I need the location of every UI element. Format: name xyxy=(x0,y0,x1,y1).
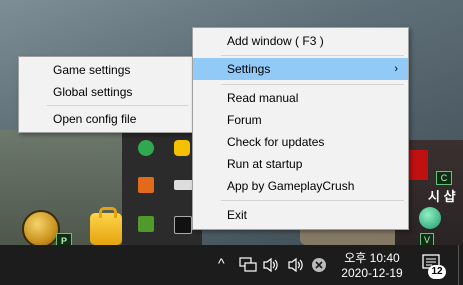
menu-item-settings[interactable]: Settings › xyxy=(193,58,408,80)
app-icon[interactable] xyxy=(419,207,441,229)
menu-item-global-settings[interactable]: Global settings xyxy=(19,81,192,103)
menu-item-label: Global settings xyxy=(53,85,133,99)
menu-item-game-settings[interactable]: Game settings xyxy=(19,59,192,81)
app-badge: C xyxy=(436,171,452,185)
menu-item-label: Check for updates xyxy=(227,135,325,149)
menu-item-label: Open config file xyxy=(53,112,137,126)
menu-item-run-at-startup[interactable]: Run at startup xyxy=(193,153,408,175)
menu-item-label: Run at startup xyxy=(227,157,303,171)
notification-count-badge: 12 xyxy=(428,265,446,279)
menu-item-add-window[interactable]: Add window ( F3 ) xyxy=(193,30,408,52)
volume-icon[interactable] xyxy=(262,257,280,273)
menu-separator xyxy=(47,105,188,106)
settings-submenu: Game settings Global settings Open confi… xyxy=(18,56,193,133)
show-desktop-button[interactable] xyxy=(458,245,463,285)
shopping-bag-icon[interactable] xyxy=(90,207,122,245)
taskbar: ^ 오후 10:40 2020-12-19 12 xyxy=(0,245,463,285)
menu-item-label: Read manual xyxy=(227,91,299,105)
coin-app-icon[interactable] xyxy=(22,210,60,248)
chat-icon[interactable] xyxy=(174,140,190,156)
menu-separator xyxy=(221,200,404,201)
volume-icon[interactable] xyxy=(287,257,305,273)
menu-item-exit[interactable]: Exit xyxy=(193,204,408,226)
menu-separator xyxy=(221,55,404,56)
clock-date[interactable]: 2020-12-19 xyxy=(333,266,411,280)
menu-item-app-by-gameplaycrush[interactable]: App by GameplayCrush xyxy=(193,175,408,197)
tray-overflow-panel xyxy=(122,128,202,245)
menu-item-label: Exit xyxy=(227,208,248,222)
menu-item-read-manual[interactable]: Read manual xyxy=(193,87,408,109)
menu-separator xyxy=(221,84,404,85)
network-icon[interactable] xyxy=(239,257,257,273)
shortcut-label: 시 샵 xyxy=(428,189,456,204)
close-circle-icon[interactable] xyxy=(311,257,327,273)
menu-item-label: Forum xyxy=(227,113,262,127)
app-icon[interactable] xyxy=(138,177,154,193)
menu-item-forum[interactable]: Forum xyxy=(193,109,408,131)
shield-check-icon[interactable] xyxy=(138,140,154,156)
tray-context-menu: Add window ( F3 ) Settings › Read manual… xyxy=(192,27,409,230)
menu-item-check-for-updates[interactable]: Check for updates xyxy=(193,131,408,153)
chevron-right-icon: › xyxy=(394,63,398,75)
monitor-icon[interactable] xyxy=(174,216,192,234)
menu-item-label: Game settings xyxy=(53,63,131,77)
tray-overflow-chevron-icon[interactable]: ^ xyxy=(218,255,225,271)
menu-item-label: App by GameplayCrush xyxy=(227,179,355,193)
menu-item-open-config-file[interactable]: Open config file xyxy=(19,108,192,130)
menu-item-label: Settings xyxy=(227,62,271,76)
clock-time[interactable]: 오후 10:40 xyxy=(342,249,402,266)
menu-item-label: Add window ( F3 ) xyxy=(227,34,324,48)
nvidia-icon[interactable] xyxy=(138,216,154,232)
